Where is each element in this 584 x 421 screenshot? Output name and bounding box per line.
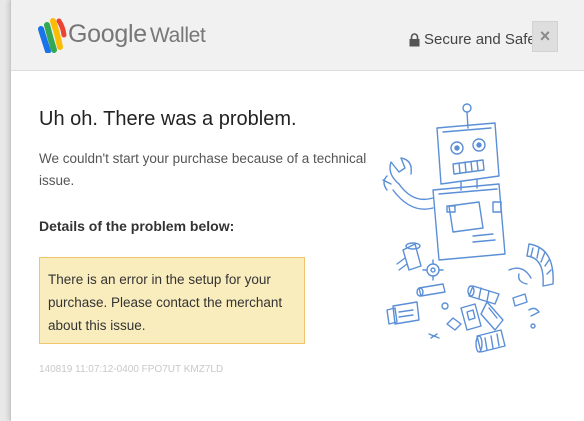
google-wallet-logo-icon (38, 18, 67, 53)
error-description: We couldn't start your purchase because … (39, 151, 367, 188)
dialog-header: Google Wallet Secure and Safe × (11, 0, 584, 71)
error-message: There is an error in the setup for your … (48, 272, 283, 333)
page-title: Uh oh. There was a problem. (39, 108, 297, 130)
details-heading: Details of the problem below: (39, 218, 235, 234)
wallet-dialog: Google Wallet Secure and Safe × Uh oh. Th… (10, 0, 584, 421)
close-icon: × (539, 26, 551, 46)
brand-google: Google (68, 20, 147, 48)
error-message-box: There is an error in the setup for your … (39, 257, 305, 344)
brand-product: Wallet (149, 24, 206, 47)
secure-badge: Secure and Safe (409, 31, 536, 48)
brand-logo-text: Google Wallet (68, 20, 206, 49)
close-button[interactable]: × (532, 21, 558, 52)
secure-label: Secure and Safe (424, 31, 536, 48)
lock-icon (409, 32, 420, 46)
broken-robot-illustration (382, 103, 554, 353)
error-reference-id: 140819 11:07:12-0400 FPO7UT KMZ7LD (39, 364, 224, 375)
